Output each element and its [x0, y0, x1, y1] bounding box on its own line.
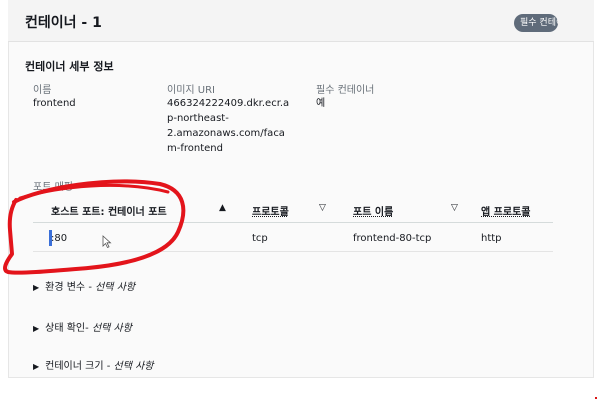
expander-health-check[interactable]: ▶ 상태 확인- 선택 사항	[33, 319, 132, 334]
image-uri-label: 이미지 URI	[167, 85, 215, 96]
sort-ascending-icon[interactable]: ▲	[219, 203, 226, 213]
details-section-title: 컨테이너 세부 정보	[25, 60, 114, 73]
column-protocol[interactable]: 프로토콜	[252, 203, 289, 218]
cell-protocol: tcp	[252, 233, 268, 244]
image-uri-value: 466324222409.dkr.ecr.a p-northeast- 2.am…	[167, 96, 289, 156]
optional-label: 선택 사항	[113, 361, 154, 372]
essential-badge: 필수 컨테이너	[514, 14, 558, 32]
optional-label: 선택 사항	[91, 323, 132, 334]
cell-port-name: frontend-80-tcp	[353, 233, 432, 244]
red-annotation-circle	[3, 179, 186, 275]
expander-container-size[interactable]: ▶ 컨테이너 크기 - 선택 사항	[33, 357, 154, 372]
sort-toggle-icon[interactable]: ▽	[451, 203, 458, 213]
expander-label: 상태 확인-	[45, 323, 92, 334]
caret-right-icon: ▶	[33, 362, 40, 371]
caret-right-icon: ▶	[33, 324, 40, 333]
cell-app-protocol: http	[481, 233, 502, 244]
red-mark	[595, 397, 597, 399]
image-uri-line: 466324222409.dkr.ecr.a	[167, 98, 290, 109]
image-uri-line: p-northeast-	[167, 113, 229, 124]
column-app-protocol[interactable]: 앱 프로토콜	[481, 203, 530, 218]
essential-label: 필수 컨테이너	[316, 85, 375, 96]
container-title: 컨테이너 - 1	[25, 15, 102, 31]
column-port-name[interactable]: 포트 이름	[353, 203, 393, 218]
expander-label: 컨테이너 크기 -	[45, 361, 114, 372]
image-uri-line: m-frontend	[167, 143, 223, 154]
image-uri-line: 2.amazonaws.com/faca	[167, 128, 285, 139]
sort-toggle-icon[interactable]: ▽	[319, 203, 326, 213]
essential-value: 예	[316, 98, 326, 109]
name-label: 이름	[33, 85, 52, 96]
name-value: frontend	[33, 98, 76, 109]
